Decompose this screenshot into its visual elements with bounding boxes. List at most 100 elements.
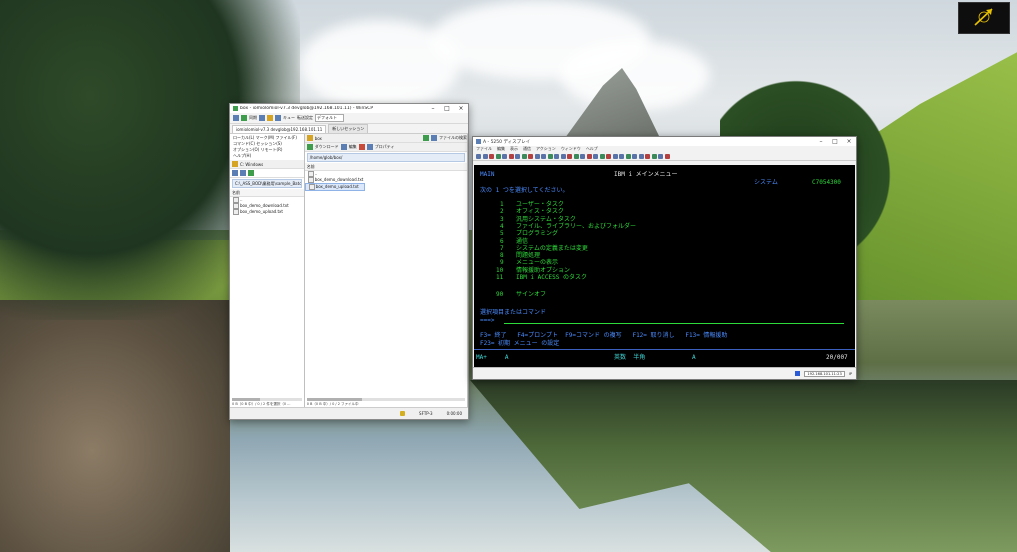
menu-file[interactable]: ファイル(F)	[276, 135, 297, 140]
delete-icon[interactable]	[358, 144, 365, 150]
help-icon[interactable]	[573, 153, 579, 159]
menu-command[interactable]: コマンド(C)	[233, 141, 255, 146]
sync-button[interactable]: 同期	[249, 115, 257, 121]
winscp-window[interactable]: box - iomiolomiol-v7.3 devglob@192.168.1…	[229, 103, 469, 420]
properties-button[interactable]: プロパティ	[375, 144, 395, 150]
menu-window[interactable]: ウィンドウ	[561, 146, 581, 152]
find-files-button[interactable]: ファイルの検索	[439, 135, 467, 141]
tool-icon[interactable]	[625, 153, 631, 159]
command-input[interactable]	[504, 317, 844, 324]
rocks	[0, 300, 230, 552]
receive-icon[interactable]	[502, 153, 507, 159]
local-menu: ローカル(L) マーク(M) ファイル(F) コマンド(C) セッション(S) …	[230, 134, 304, 160]
tool-icon[interactable]	[606, 153, 611, 159]
menu-session[interactable]: セッション(S)	[256, 141, 282, 146]
menu-action[interactable]: アクション	[536, 146, 556, 152]
stop-icon[interactable]	[547, 153, 553, 159]
display-icon[interactable]	[508, 153, 514, 159]
disconnect-icon[interactable]	[560, 153, 566, 159]
remote-col-name[interactable]: 名前	[304, 163, 467, 171]
tool-icon[interactable]	[651, 153, 657, 159]
sync-browse-icon[interactable]	[233, 115, 239, 121]
tool-icon[interactable]	[586, 153, 592, 159]
tool-icon[interactable]	[619, 153, 624, 159]
record-icon[interactable]	[541, 153, 546, 159]
macro-icon[interactable]	[528, 153, 533, 159]
menu-help[interactable]: ヘルプ(H)	[233, 153, 251, 158]
refresh-icon[interactable]	[248, 170, 254, 176]
tool-icon[interactable]	[638, 153, 644, 159]
local-path[interactable]: C:\_ASS_BOD\業務用\sample_Batch	[232, 179, 302, 188]
menu-mark[interactable]: マーク(M)	[256, 135, 275, 140]
settings-icon[interactable]	[267, 115, 273, 121]
emulator-titlebar[interactable]: A - 5250 ディスプレイ – □ ×	[473, 137, 856, 146]
winscp-app-icon	[233, 106, 238, 111]
screen-heading: IBM i メインメニュー	[614, 171, 678, 178]
menu-options[interactable]: オプション(O)	[233, 147, 259, 152]
menu-local[interactable]: ローカル(L)	[233, 135, 254, 140]
maximize-icon[interactable]: □	[828, 137, 842, 146]
keyboard-icon[interactable]	[521, 153, 527, 159]
minimize-icon[interactable]: –	[814, 137, 828, 146]
terminal-screen[interactable]: MAIN IBM i メインメニュー システム C7054300 次の 1 つを…	[474, 165, 855, 367]
queue-button[interactable]: キュー	[283, 115, 295, 121]
copy-icon[interactable]	[482, 153, 488, 159]
forward-icon[interactable]	[240, 170, 246, 176]
menu-remote[interactable]: リモート(R)	[261, 147, 283, 152]
play-icon[interactable]	[534, 153, 540, 159]
home-icon[interactable]	[431, 135, 437, 141]
send-icon[interactable]	[495, 153, 501, 159]
remote-file-row[interactable]: box_demo_download.txt	[305, 177, 467, 183]
close-icon[interactable]: ×	[842, 137, 856, 146]
remote-dir-select[interactable]: box	[315, 136, 322, 141]
transfer-settings-select[interactable]: デフォルト	[315, 114, 344, 122]
color-icon[interactable]	[515, 153, 520, 159]
download-button[interactable]: ダウンロード	[315, 144, 339, 150]
local-col-name[interactable]: 名前	[230, 189, 304, 197]
minimize-icon[interactable]: –	[426, 104, 440, 113]
tool-icon[interactable]	[632, 153, 637, 159]
option-text: プログラミング	[516, 230, 559, 238]
back-icon[interactable]	[232, 170, 238, 176]
menu-view[interactable]: 表示	[510, 146, 518, 152]
close-icon[interactable]: ×	[454, 104, 468, 113]
print-icon[interactable]	[476, 153, 481, 159]
tab-new-session[interactable]: 新しいセッション	[328, 124, 369, 133]
remote-file-row-selected[interactable]: box_demo_upload.txt	[304, 183, 365, 191]
connect-icon[interactable]	[554, 153, 559, 159]
tool-icon[interactable]	[658, 153, 663, 159]
option-text: サインオフ	[516, 291, 547, 298]
winscp-titlebar[interactable]: box - iomiolomiol-v7.3 devglob@192.168.1…	[230, 104, 468, 113]
terminal-icon[interactable]	[259, 115, 265, 121]
oia-separator	[474, 349, 855, 350]
option-text: 情報援助オプション	[516, 266, 571, 274]
refresh-icon[interactable]	[423, 135, 429, 141]
option-number: 3	[500, 215, 504, 223]
putty-icon[interactable]	[275, 115, 281, 121]
compare-icon[interactable]	[241, 115, 247, 121]
paste-icon[interactable]	[489, 153, 494, 159]
emulator-title: A - 5250 ディスプレイ	[483, 139, 531, 145]
tab-session[interactable]: iomiolomiol-v7.3 devglob@192.168.101.11	[232, 125, 327, 133]
local-drive-select[interactable]: C: Windows	[240, 162, 263, 167]
tool-icon[interactable]	[664, 153, 670, 159]
file-name: box_demo_upload.txt	[240, 209, 283, 214]
tool-icon[interactable]	[599, 153, 605, 159]
zoom-icon[interactable]	[567, 153, 572, 159]
menu-file[interactable]: ファイル	[476, 146, 492, 152]
winscp-statusbar: SFTP-3 0:00:00	[230, 407, 468, 419]
arrow-logo-icon	[974, 8, 993, 26]
local-pane: ローカル(L) マーク(M) ファイル(F) コマンド(C) セッション(S) …	[230, 134, 305, 407]
maximize-icon[interactable]: □	[440, 104, 454, 113]
local-file-row[interactable]: box_demo_upload.txt	[230, 209, 304, 215]
menu-comm[interactable]: 通信	[523, 146, 531, 152]
menu-help[interactable]: ヘルプ	[586, 146, 598, 152]
edit-button[interactable]: 編集	[349, 144, 357, 150]
tool-icon[interactable]	[645, 153, 650, 159]
tool-icon[interactable]	[593, 153, 598, 159]
tool-icon[interactable]	[580, 153, 585, 159]
emulator-window[interactable]: A - 5250 ディスプレイ – □ × ファイル 編集 表示 通信 アクショ…	[472, 136, 857, 380]
tool-icon[interactable]	[612, 153, 618, 159]
menu-edit[interactable]: 編集	[497, 146, 505, 152]
remote-path[interactable]: /home/glob/box/	[306, 153, 465, 162]
